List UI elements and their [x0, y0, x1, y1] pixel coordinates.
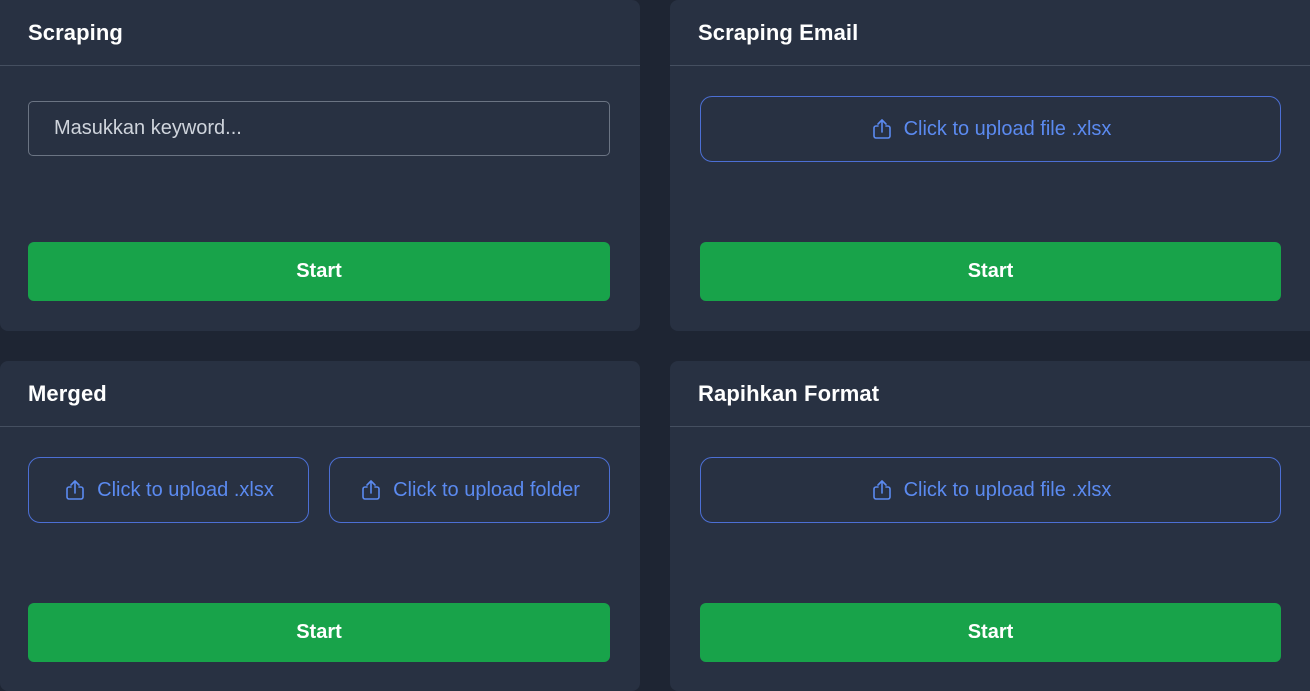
upload-label: Click to upload .xlsx [97, 478, 274, 501]
rapihkan-format-card-header: Rapihkan Format [670, 361, 1310, 427]
scraping-start-button[interactable]: Start [28, 242, 610, 301]
upload-folder-button[interactable]: Click to upload folder [329, 457, 610, 523]
upload-xlsx-button[interactable]: Click to upload .xlsx [28, 457, 309, 523]
upload-label: Click to upload file .xlsx [903, 478, 1112, 501]
upload-label: Click to upload file .xlsx [903, 117, 1112, 140]
merged-start-button[interactable]: Start [28, 603, 610, 662]
scraping-card-header: Scraping [0, 0, 640, 66]
rapihkan-format-start-button[interactable]: Start [700, 603, 1281, 662]
card-title: Rapihkan Format [698, 380, 880, 406]
card-title: Scraping Email [698, 19, 859, 45]
scraping-card: Scraping Start [0, 0, 640, 331]
rapihkan-format-card: Rapihkan Format Click to upload file .xl… [670, 361, 1310, 691]
scraping-email-card-header: Scraping Email [670, 0, 1310, 66]
upload-xlsx-button[interactable]: Click to upload file .xlsx [700, 457, 1281, 523]
upload-icon [872, 480, 891, 500]
card-title: Merged [28, 380, 107, 406]
scraping-email-start-button[interactable]: Start [700, 242, 1281, 301]
upload-icon [872, 119, 891, 139]
merged-card: Merged Click to upload .xlsx Click to up… [0, 361, 640, 691]
upload-label: Click to upload folder [393, 478, 580, 501]
keyword-input[interactable] [28, 101, 610, 156]
merged-card-header: Merged [0, 361, 640, 427]
upload-icon [362, 480, 380, 500]
card-title: Scraping [28, 19, 123, 45]
scraping-email-card: Scraping Email Click to upload file .xls… [670, 0, 1310, 331]
upload-xlsx-button[interactable]: Click to upload file .xlsx [700, 96, 1281, 162]
upload-icon [66, 480, 84, 500]
